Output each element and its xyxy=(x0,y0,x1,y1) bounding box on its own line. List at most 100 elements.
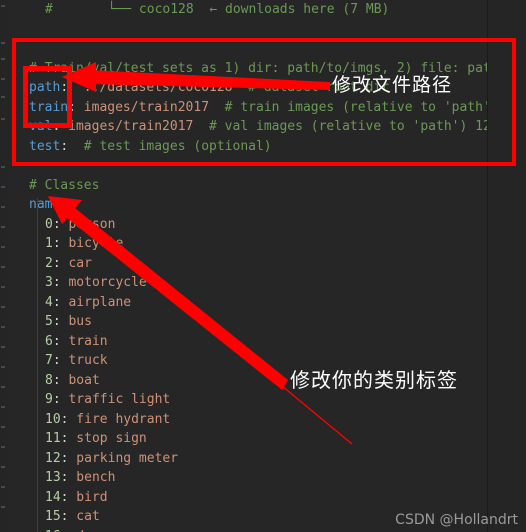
code-token-comment: # train images (relative to 'path') xyxy=(209,99,499,115)
gutter-tick xyxy=(1,386,5,388)
code-token-string: fire hydrant xyxy=(68,411,171,427)
code-token-comment: # val images (relative to 'path') 128 xyxy=(193,119,499,134)
code-line[interactable] xyxy=(9,39,487,59)
code-token-string: images/train2017 xyxy=(75,99,210,115)
gutter-tick xyxy=(1,96,5,98)
code-token-string: images/train2017 xyxy=(60,119,194,134)
code-token-string: car xyxy=(60,255,92,271)
code-token-keyword: val xyxy=(29,119,53,134)
gutter-tick xyxy=(1,466,5,468)
code-token-number: 2 xyxy=(45,255,53,271)
code-token-number: 6 xyxy=(45,333,53,349)
annotation-label-path: 修改文件路径 xyxy=(332,74,453,96)
code-editor-screenshot: # └── coco128 ← downloads here (7 MB) # T… xyxy=(0,0,526,532)
code-line[interactable]: # └── coco128 ← downloads here (7 MB) xyxy=(9,0,487,20)
code-token-punct: : xyxy=(60,138,69,154)
code-token-punct: : xyxy=(60,80,69,95)
code-token-number: 7 xyxy=(45,353,53,368)
gutter-tick xyxy=(1,326,5,328)
code-token-number: 5 xyxy=(45,314,53,329)
gutter-tick xyxy=(1,226,5,228)
gutter-tick xyxy=(1,246,5,248)
code-line[interactable] xyxy=(9,156,487,176)
code-token-number: 15 xyxy=(45,509,61,524)
code-token-number: 8 xyxy=(45,372,53,388)
gutter-tick xyxy=(1,426,5,428)
gutter-tick xyxy=(1,506,5,508)
code-token-number: 1 xyxy=(45,236,53,251)
code-line[interactable]: 6: train xyxy=(9,332,487,352)
code-token-string: bicycle xyxy=(60,236,124,251)
code-token-keyword: train xyxy=(29,99,69,115)
code-token-comment: # └── coco128 ← downloads here (7 MB) xyxy=(45,2,390,17)
code-token-string: ../datasets/coco128 xyxy=(68,80,233,95)
code-token-punct: : xyxy=(52,255,61,271)
code-line[interactable]: 3: motorcycle xyxy=(9,273,487,293)
code-token-punct: : xyxy=(52,294,61,310)
code-token-string: person xyxy=(60,216,116,232)
code-token-string: truck xyxy=(60,353,108,368)
code-token-string: airplane xyxy=(60,294,132,310)
code-line[interactable]: val: images/train2017 # val images (rela… xyxy=(9,117,499,137)
gutter-tick xyxy=(1,366,5,368)
right-side-pane xyxy=(488,0,526,532)
indent-guide xyxy=(37,198,38,532)
code-token-punct: : xyxy=(52,275,61,290)
gutter-tick xyxy=(1,486,5,488)
code-token-number: 11 xyxy=(45,431,61,446)
code-token-string: train xyxy=(60,333,108,349)
code-token-punct: : xyxy=(52,392,61,407)
code-line[interactable]: 14: bird xyxy=(9,488,487,508)
gutter-tick xyxy=(1,446,5,448)
code-token-number: 10 xyxy=(45,411,61,427)
code-token-number: 12 xyxy=(45,450,61,466)
code-line[interactable]: 1: bicycle xyxy=(9,234,487,254)
gutter-tick xyxy=(1,78,5,80)
code-token-string: boat xyxy=(60,372,100,388)
code-line[interactable]: 12: parking meter xyxy=(9,449,487,469)
code-token-string: dog xyxy=(68,529,100,532)
code-token-punct: : xyxy=(68,99,76,115)
code-line[interactable]: 2: car xyxy=(9,254,487,274)
code-token-string: bench xyxy=(68,470,116,485)
gutter-tick xyxy=(1,58,5,60)
gutter-tick xyxy=(1,406,5,408)
code-token-number: 0 xyxy=(45,216,53,232)
code-token-comment: # test images (optional) xyxy=(68,138,272,154)
annotation-label-classes: 修改你的类别标签 xyxy=(290,368,458,392)
code-token-number: 9 xyxy=(45,392,53,407)
code-line[interactable]: 13: bench xyxy=(9,468,487,488)
code-token-punct: : xyxy=(68,197,76,212)
code-line[interactable]: # Classes xyxy=(9,176,487,196)
watermark: CSDN @Hollandrt xyxy=(395,512,518,528)
code-token-punct: : xyxy=(52,353,61,368)
code-token-number: 14 xyxy=(45,489,61,505)
code-token-string: traffic light xyxy=(60,392,171,407)
gutter-tick xyxy=(1,118,5,120)
code-token-number: 16 xyxy=(45,529,61,532)
code-line[interactable]: 4: airplane xyxy=(9,293,487,313)
code-line[interactable]: 10: fire hydrant xyxy=(9,410,487,430)
code-token-punct: : xyxy=(52,333,61,349)
code-token-string: motorcycle xyxy=(60,275,147,290)
gutter-tick xyxy=(1,266,5,268)
gutter-tick xyxy=(1,42,5,44)
code-line[interactable] xyxy=(9,20,487,40)
code-line[interactable]: train: images/train2017 # train images (… xyxy=(9,98,499,118)
code-token-string: bus xyxy=(60,314,92,329)
code-line[interactable]: 5: bus xyxy=(9,312,487,332)
gutter-tick xyxy=(1,286,5,288)
code-token-string: stop sign xyxy=(68,431,147,446)
code-line[interactable]: 0: person xyxy=(9,215,487,235)
code-line[interactable]: names: xyxy=(9,195,487,215)
code-token-number: 3 xyxy=(45,275,53,290)
gutter-tick xyxy=(1,206,5,208)
code-token-string: bird xyxy=(68,489,108,505)
gutter-tick xyxy=(1,5,5,7)
code-token-string: cat xyxy=(68,509,100,524)
code-token-punct: : xyxy=(52,236,61,251)
code-line[interactable]: 11: stop sign xyxy=(9,429,487,449)
code-line[interactable]: test: # test images (optional) xyxy=(9,137,487,157)
code-token-string: parking meter xyxy=(68,450,179,466)
code-token-keyword: path xyxy=(29,80,61,95)
